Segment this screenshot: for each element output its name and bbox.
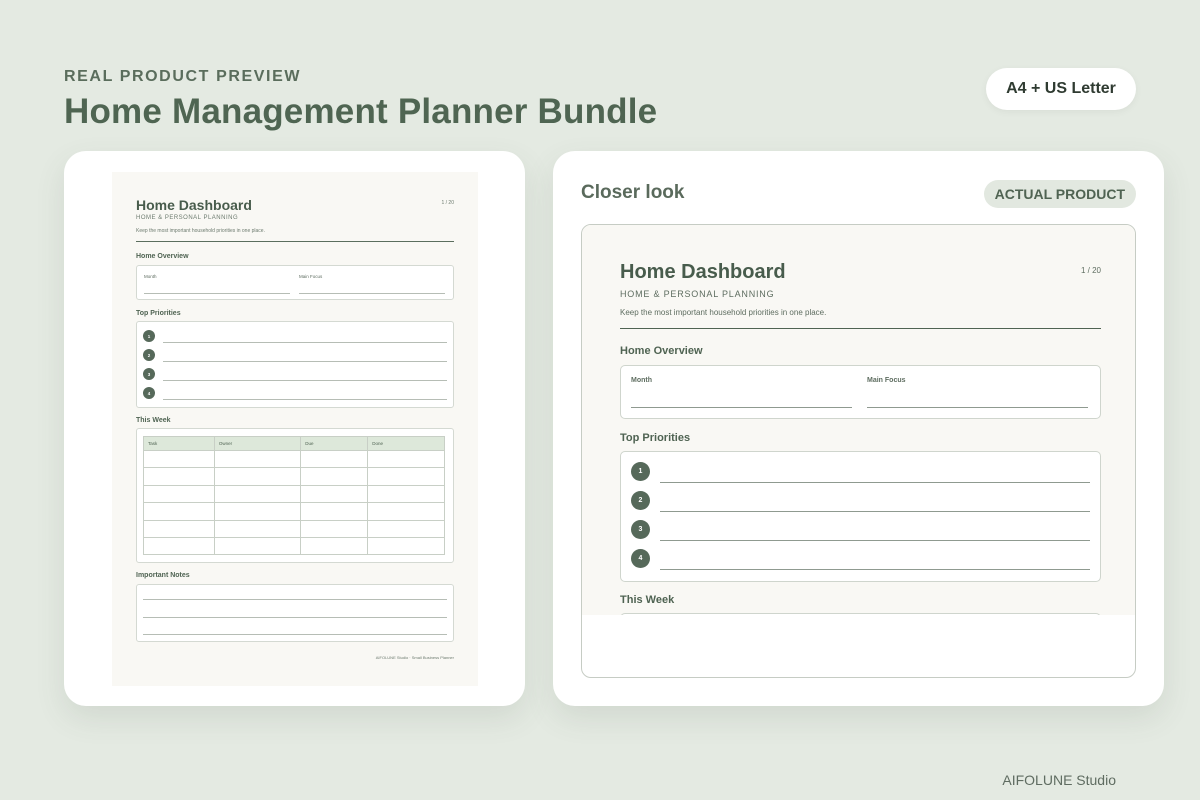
priority-line-1-zoomed [660,482,1090,483]
planner-divider [136,241,454,242]
important-notes-box [136,584,454,642]
section-important-notes: Important Notes [136,572,190,579]
section-top-priorities: Top Priorities [136,310,181,317]
priority-number-4-zoomed: 4 [631,549,650,568]
planner-subtitle: HOME & PERSONAL PLANNING [136,215,239,221]
priority-line-4-zoomed [660,569,1090,570]
full-page-preview-card: Home Dashboard 1 / 20 HOME & PERSONAL PL… [64,151,525,706]
column-owner: Owner [213,436,302,451]
table-row [143,502,445,521]
priority-number-1: 1 [143,330,155,342]
main-focus-field-label: Main Focus [299,274,323,279]
closer-look-heading: Closer look [581,182,685,203]
priority-line-1 [163,342,447,343]
priority-line-4 [163,399,447,400]
actual-product-badge: ACTUAL PRODUCT [983,180,1136,208]
column-due: Due [300,436,369,451]
notes-line-2 [143,617,447,618]
format-pill: A4 + US Letter [986,68,1136,110]
month-field-label-zoomed: Month [631,377,652,384]
priority-number-3: 3 [143,368,155,380]
section-home-overview: Home Overview [136,253,189,260]
main-focus-field-label-zoomed: Main Focus [867,377,906,384]
top-priorities-box-zoomed: 1 2 3 4 [620,451,1101,582]
planner-footer: AIFOLUNE Studio · Small Business Planner [375,655,454,660]
planner-title: Home Dashboard [136,197,252,213]
main-focus-line [299,293,445,294]
section-home-overview-zoomed: Home Overview [620,345,703,357]
column-task: Task [143,436,215,451]
section-this-week-zoomed: This Week [620,594,675,606]
table-row [143,467,445,486]
priority-number-2-zoomed: 2 [631,491,650,510]
notes-line-3 [143,634,447,635]
priority-number-4: 4 [143,387,155,399]
table-row [143,519,445,538]
main-focus-line-zoomed [867,407,1088,408]
page-title: Home Management Planner Bundle [64,92,658,131]
planner-page-zoomed: Home Dashboard 1 / 20 HOME & PERSONAL PL… [582,225,1135,615]
home-overview-box: Month Main Focus [136,265,454,300]
planner-page-thumbnail: Home Dashboard 1 / 20 HOME & PERSONAL PL… [112,172,478,686]
week-table: Task Owner Due Done [143,436,445,556]
priority-number-1-zoomed: 1 [631,462,650,481]
closer-look-card: Closer look ACTUAL PRODUCT Home Dashboar… [553,151,1164,706]
planner-page-number: 1 / 20 [441,200,454,206]
section-this-week: This Week [136,417,171,424]
priority-line-2-zoomed [660,511,1090,512]
top-priorities-box: 1 2 3 4 [136,321,454,408]
this-week-box-zoomed [620,613,1101,615]
planner-description: Keep the most important household priori… [136,228,265,234]
month-field-label: Month [144,274,157,279]
month-line [144,293,290,294]
table-row [143,484,445,504]
home-overview-box-zoomed: Month Main Focus [620,365,1101,419]
column-done: Done [367,436,445,451]
priority-line-2 [163,361,447,362]
table-row [143,449,445,469]
eyebrow-label: REAL PRODUCT PREVIEW [64,68,302,85]
planner-page-number-zoomed: 1 / 20 [1080,266,1101,275]
zoomed-page-frame: Home Dashboard 1 / 20 HOME & PERSONAL PL… [581,224,1136,678]
month-line-zoomed [631,407,852,408]
planner-divider-zoomed [620,328,1101,329]
planner-title-zoomed: Home Dashboard [620,261,786,283]
section-top-priorities-zoomed: Top Priorities [620,432,691,444]
priority-number-2: 2 [143,349,155,361]
priority-line-3 [163,380,447,381]
planner-description-zoomed: Keep the most important household priori… [620,308,827,317]
priority-number-3-zoomed: 3 [631,520,650,539]
table-row [143,536,445,556]
priority-line-3-zoomed [660,540,1090,541]
notes-line-1 [143,599,447,600]
brand-credit: AIFOLUNE Studio [1002,772,1116,788]
this-week-box: Task Owner Due Done [136,428,454,563]
planner-subtitle-zoomed: HOME & PERSONAL PLANNING [620,289,775,299]
